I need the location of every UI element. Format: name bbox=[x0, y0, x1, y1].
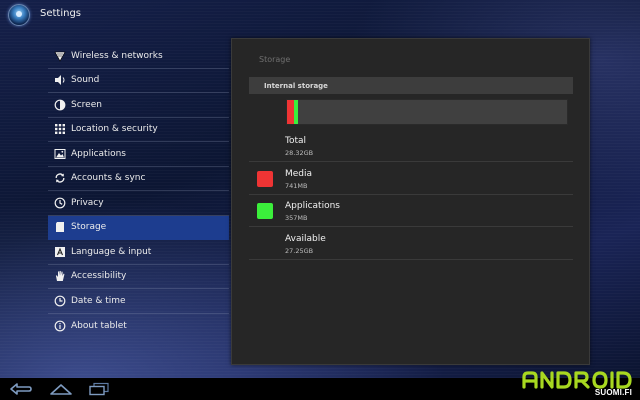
sidebar-item-storage[interactable]: Storage bbox=[48, 215, 229, 240]
section-header-internal-storage: Internal storage bbox=[249, 77, 573, 94]
info-icon bbox=[54, 320, 66, 332]
sidebar-item-label: Wireless & networks bbox=[71, 50, 163, 61]
sidebar-item-label: Location & security bbox=[71, 124, 158, 135]
panel-title: Storage bbox=[259, 55, 291, 64]
sidebar-item-date-and-time[interactable]: Date & time bbox=[48, 289, 229, 314]
storage-row-available: Available 27.25GB bbox=[249, 228, 573, 260]
sidebar-item-location-and-security[interactable]: Location & security bbox=[48, 118, 229, 142]
storage-row-label: Media bbox=[285, 168, 313, 179]
usage-segment-applications bbox=[294, 100, 298, 124]
sidebar-item-label: Accounts & sync bbox=[71, 173, 146, 184]
storage-row-value: 28.32GB bbox=[285, 149, 314, 157]
privacy-icon bbox=[54, 197, 66, 209]
sdcard-icon bbox=[54, 221, 66, 233]
storage-row-value: 357MB bbox=[285, 214, 308, 222]
watermark-text: SUOMI.FI bbox=[594, 388, 632, 397]
recent-apps-button[interactable] bbox=[86, 380, 112, 398]
home-button[interactable] bbox=[48, 380, 74, 398]
storage-row-value: 27.25GB bbox=[285, 246, 314, 255]
usage-segment-media bbox=[287, 100, 295, 124]
sync-icon bbox=[54, 172, 66, 184]
storage-row-value: 741MB bbox=[285, 181, 308, 190]
android-logo-icon bbox=[522, 371, 632, 389]
section-header-label: Internal storage bbox=[264, 81, 328, 90]
sidebar-item-applications[interactable]: Applications bbox=[48, 142, 229, 167]
sidebar-item-label: Applications bbox=[71, 148, 126, 159]
title-bar: Settings bbox=[0, 0, 640, 30]
storage-row-media[interactable]: Media 741MB bbox=[249, 163, 573, 195]
brightness-icon bbox=[54, 99, 66, 111]
sidebar-item-language-and-input[interactable]: Language & input bbox=[48, 240, 229, 265]
sidebar-item-label: About tablet bbox=[71, 320, 127, 331]
sidebar-item-sound[interactable]: Sound bbox=[48, 69, 229, 93]
home-icon bbox=[50, 384, 72, 395]
sidebar-item-accessibility[interactable]: Accessibility bbox=[48, 265, 229, 289]
hand-icon bbox=[54, 270, 66, 282]
storage-panel: Storage Internal storage Total 28.32GB Med… bbox=[231, 38, 590, 365]
wifi-icon bbox=[54, 50, 66, 62]
apps-icon bbox=[54, 148, 66, 160]
sidebar-item-label: Privacy bbox=[71, 197, 104, 208]
sidebar-item-label: Screen bbox=[71, 99, 102, 110]
sidebar-item-accounts-and-sync[interactable]: Accounts & sync bbox=[48, 167, 229, 191]
android-suomi-watermark: SUOMI.FI bbox=[518, 368, 636, 398]
recent-apps-icon bbox=[89, 382, 109, 396]
back-icon bbox=[10, 383, 32, 395]
sidebar-item-label: Accessibility bbox=[71, 271, 127, 282]
sidebar-item-privacy[interactable]: Privacy bbox=[48, 191, 229, 216]
clock-icon bbox=[54, 295, 66, 307]
sidebar-item-label: Date & time bbox=[71, 295, 126, 306]
grid-icon bbox=[54, 123, 66, 135]
storage-row-label: Total bbox=[285, 136, 307, 146]
back-button[interactable] bbox=[8, 380, 34, 398]
storage-usage-bar bbox=[286, 99, 568, 125]
sidebar-item-wireless-and-networks[interactable]: Wireless & networks bbox=[48, 44, 229, 69]
sidebar-item-about-tablet[interactable]: About tablet bbox=[48, 314, 229, 339]
storage-row-label: Applications bbox=[285, 201, 340, 211]
sidebar-item-label: Language & input bbox=[71, 246, 152, 257]
color-swatch-media bbox=[257, 170, 273, 187]
storage-row-label: Available bbox=[285, 233, 326, 244]
language-icon bbox=[54, 246, 66, 258]
sidebar-item-screen[interactable]: Screen bbox=[48, 93, 229, 118]
settings-app-icon[interactable] bbox=[8, 4, 30, 26]
storage-row-applications[interactable]: Applications 357MB bbox=[249, 195, 573, 227]
color-swatch-applications bbox=[257, 203, 273, 219]
page-title: Settings bbox=[40, 8, 82, 19]
sidebar-item-label: Sound bbox=[71, 75, 100, 86]
sidebar-item-label: Storage bbox=[71, 222, 107, 233]
storage-row-total: Total 28.32GB bbox=[249, 130, 573, 162]
settings-sidebar: Wireless & networks Sound Screen Location &… bbox=[48, 44, 229, 338]
speaker-icon bbox=[54, 74, 66, 86]
